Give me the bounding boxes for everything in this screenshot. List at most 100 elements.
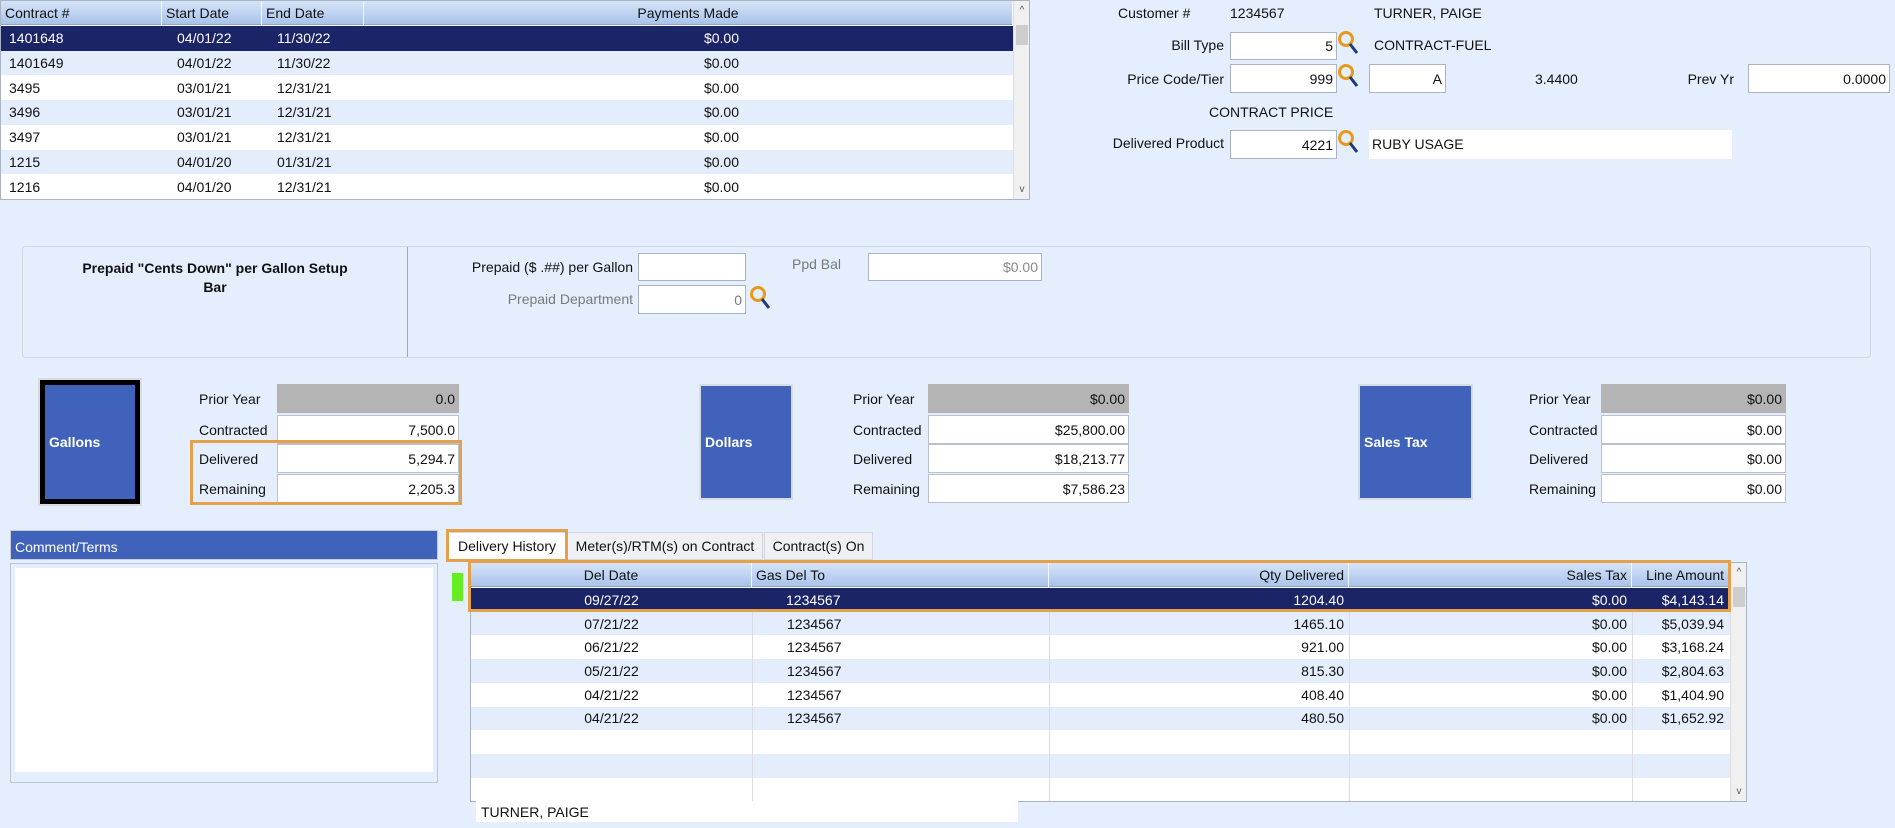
delivery-row[interactable]: 04/21/22 1234567 480.50 $0.00 $1,652.92 (471, 706, 1730, 731)
bill-type-search-icon[interactable] (1337, 30, 1359, 56)
price-code-search-icon[interactable] (1337, 63, 1359, 89)
delivery-row[interactable]: 07/21/22 1234567 1465.10 $0.00 $5,039.94 (471, 611, 1730, 636)
prev-yr-input[interactable]: 0.0000 (1748, 64, 1890, 93)
prepaid-department-input[interactable]: 0 (638, 285, 746, 314)
col-line-amount[interactable]: Line Amount (1632, 563, 1729, 587)
contract-cell: 1401649 (9, 55, 64, 72)
sales-tax-label: Delivered (1529, 451, 1589, 467)
delivery-cell: $4,143.14 (1661, 591, 1724, 608)
dollars-value: $7,586.23 (928, 474, 1129, 503)
gallons-label: Remaining (199, 481, 266, 497)
col-payments[interactable]: Payments Made (364, 1, 1013, 25)
contract-cell: 3495 (9, 79, 41, 96)
col-start-date[interactable]: Start Date (162, 1, 262, 25)
delivery-row[interactable]: 09/27/22 1234567 1204.40 $0.00 $4,143.14 (471, 588, 1730, 612)
contracts-grid[interactable]: Contract # Start Date End Date Payments … (0, 0, 1030, 200)
delivery-header: Del Date Gas Del To Qty Delivered Sales … (471, 563, 1730, 587)
contract-cell: $0.00 (703, 129, 739, 146)
empty-row[interactable] (471, 730, 1730, 754)
contract-cell: 03/01/21 (177, 129, 232, 146)
delivery-row[interactable]: 06/21/22 1234567 921.00 $0.00 $3,168.24 (471, 635, 1730, 660)
delivery-cell: $0.00 (1349, 635, 1632, 660)
customer-number: 1234567 (1230, 5, 1285, 21)
price-value: 3.4400 (1535, 71, 1578, 87)
empty-row[interactable] (471, 777, 1730, 802)
delivery-cell: 07/21/22 (584, 615, 639, 632)
contract-row[interactable]: 1215 04/01/20 01/31/21 $0.00 (1, 149, 1013, 175)
dollars-value: $0.00 (928, 384, 1129, 413)
contract-row[interactable]: 1401648 04/01/22 11/30/22 $0.00 (1, 26, 1013, 51)
contract-cell: $0.00 (703, 153, 739, 170)
delivery-row[interactable]: 04/21/22 1234567 408.40 $0.00 $1,404.90 (471, 682, 1730, 707)
prev-yr-label: Prev Yr (1687, 71, 1734, 87)
gallons-value: 2,205.3 (277, 474, 459, 503)
delivery-cell (471, 730, 752, 754)
delivery-cell: 480.50 (1049, 706, 1349, 731)
contract-row[interactable]: 1216 04/01/20 12/31/21 $0.00 (1, 174, 1013, 199)
scroll-thumb[interactable] (1733, 587, 1745, 607)
contract-row[interactable]: 3497 03/01/21 12/31/21 $0.00 (1, 125, 1013, 150)
delivered-product-search-icon[interactable] (1337, 129, 1359, 155)
comment-terms-header: Comment/Terms (10, 530, 438, 560)
delivery-cell: $1,652.92 (1632, 706, 1729, 731)
sales-tax-label: Prior Year (1529, 391, 1591, 407)
per-gallon-label: Prepaid ($ .##) per Gallon (471, 259, 633, 275)
col-end-date[interactable]: End Date (262, 1, 364, 25)
contracts-scrollbar[interactable]: ^ v (1013, 1, 1029, 199)
col-del-date[interactable]: Del Date (471, 563, 752, 587)
scroll-thumb[interactable] (1016, 25, 1028, 45)
delivery-scrollbar[interactable]: ^ v (1730, 563, 1746, 801)
contract-cell: 12/31/21 (277, 129, 332, 146)
delivered-product-label: Delivered Product (1112, 135, 1224, 151)
contract-cell: 04/01/22 (177, 30, 232, 47)
delivery-cell: 1234567 (752, 659, 1049, 683)
delivery-cell: 1465.10 (1049, 611, 1349, 636)
delivery-cell: 06/21/22 (584, 639, 639, 656)
prepaid-title: Prepaid "Cents Down" per Gallon Setup Ba… (23, 259, 407, 297)
contract-row[interactable]: 3495 03/01/21 12/31/21 $0.00 (1, 75, 1013, 100)
col-qty-delivered[interactable]: Qty Delivered (1049, 563, 1349, 587)
prepaid-department-search-icon[interactable] (749, 285, 771, 311)
delivery-cell (752, 730, 1049, 754)
per-gallon-input[interactable] (638, 253, 746, 281)
col-contract[interactable]: Contract # (1, 1, 162, 25)
tab-delivery-history[interactable]: Delivery History (448, 532, 566, 560)
contract-row[interactable]: 1401649 04/01/22 11/30/22 $0.00 (1, 50, 1013, 76)
delivery-row[interactable]: 05/21/22 1234567 815.30 $0.00 $2,804.63 (471, 659, 1730, 683)
delivery-cell (1349, 753, 1632, 778)
gallons-button[interactable]: Gallons (38, 378, 142, 506)
contract-cell: 12/31/21 (277, 79, 332, 96)
delivery-cell (471, 778, 752, 802)
sales-tax-value: $0.00 (1601, 415, 1786, 444)
dollars-button[interactable]: Dollars (699, 384, 793, 500)
tab-meters-on-contract[interactable]: Meter(s)/RTM(s) on Contract (567, 532, 763, 560)
scroll-down-icon[interactable]: v (1731, 786, 1747, 797)
scroll-up-icon[interactable]: ^ (1014, 5, 1030, 16)
delivered-product-input[interactable]: 4221 (1230, 130, 1337, 159)
tab-contracts-on[interactable]: Contract(s) On (764, 532, 873, 560)
scroll-up-icon[interactable]: ^ (1731, 567, 1747, 578)
contract-row[interactable]: 3496 03/01/21 12/31/21 $0.00 (1, 100, 1013, 125)
delivery-cell: 04/21/22 (584, 710, 639, 727)
delivery-cell: 05/21/22 (584, 662, 639, 679)
delivery-footer-name: TURNER, PAIGE (476, 801, 1018, 822)
delivery-cell: 1234567 (786, 591, 841, 608)
sales-tax-button[interactable]: Sales Tax (1358, 384, 1473, 500)
scroll-down-icon[interactable]: v (1014, 184, 1030, 195)
tier-input[interactable]: A (1369, 64, 1446, 93)
empty-row[interactable] (471, 753, 1730, 778)
prepaid-title-line1: Prepaid "Cents Down" per Gallon Setup (82, 260, 348, 276)
delivery-cell: $3,168.24 (1632, 635, 1729, 660)
prepaid-department-label: Prepaid Department (507, 291, 633, 307)
col-gas-del-to[interactable]: Gas Del To (752, 563, 1049, 587)
ppd-bal-input: $0.00 (868, 253, 1042, 281)
price-code-input[interactable]: 999 (1230, 64, 1337, 93)
col-sales-tax[interactable]: Sales Tax (1349, 563, 1632, 587)
delivery-grid[interactable]: Del Date Gas Del To Qty Delivered Sales … (470, 562, 1747, 802)
contract-cell: 04/01/22 (177, 55, 232, 72)
bill-type-input[interactable]: 5 (1230, 32, 1337, 60)
gallons-value: 5,294.7 (277, 444, 459, 473)
comment-terms-input[interactable] (15, 568, 433, 772)
delivery-cell (1349, 730, 1632, 754)
prepaid-title-line2: Bar (203, 279, 227, 295)
